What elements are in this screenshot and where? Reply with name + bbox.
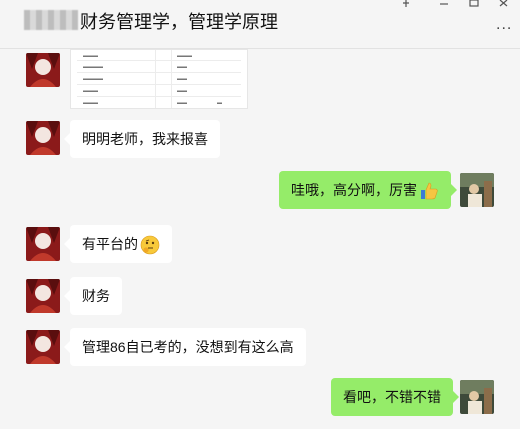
- message-text: 明明老师，我来报喜: [82, 131, 208, 147]
- chat-area: ▬▬▬ ▬▬▬▬ ▬▬▬▬ ▬▬▬ ▬▬▬ ▬▬▬ ▬▬ ▬▬ ▬▬ ▬▬ ▬ …: [0, 49, 520, 429]
- avatar-contact[interactable]: [26, 227, 60, 261]
- thumbs-up-icon: [421, 182, 438, 200]
- message-text: 财务: [82, 288, 110, 304]
- message-bubble-left[interactable]: 明明老师，我来报喜: [64, 120, 220, 158]
- message-text: 哇哦，高分啊，厉害: [291, 182, 417, 198]
- message-bubble-right[interactable]: 看吧，不错不错: [331, 378, 459, 416]
- more-options-icon[interactable]: ...: [496, 16, 512, 34]
- title-bar: 财务管理学，管理学原理 ...: [0, 0, 520, 49]
- message-bubble-left[interactable]: 财务: [64, 277, 122, 315]
- minimize-icon[interactable]: [438, 0, 450, 10]
- message-bubble-left[interactable]: 有平台的: [64, 225, 172, 263]
- message-text: 有平台的: [82, 236, 138, 252]
- maximize-icon[interactable]: [468, 0, 480, 10]
- message-bubble-right[interactable]: 哇哦，高分啊，厉害: [279, 171, 457, 209]
- pin-icon[interactable]: [400, 0, 412, 10]
- avatar-contact[interactable]: [26, 279, 60, 313]
- image-message[interactable]: ▬▬▬ ▬▬▬▬ ▬▬▬▬ ▬▬▬ ▬▬▬ ▬▬▬ ▬▬ ▬▬ ▬▬ ▬▬ ▬: [70, 49, 248, 109]
- close-icon[interactable]: [498, 0, 510, 10]
- avatar-contact[interactable]: [26, 121, 60, 155]
- message-bubble-left[interactable]: 管理86自已考的，没想到有这么高: [64, 328, 306, 366]
- thinking-face-icon: [140, 235, 160, 255]
- avatar-self[interactable]: [460, 173, 494, 207]
- chat-title: 财务管理学，管理学原理: [80, 12, 278, 32]
- message-text: 看吧，不错不错: [343, 389, 441, 405]
- avatar-self[interactable]: [460, 380, 494, 414]
- avatar-contact[interactable]: [26, 330, 60, 364]
- blurred-contact-name: [24, 10, 78, 30]
- avatar-contact[interactable]: [26, 53, 60, 87]
- message-text: 管理86自已考的，没想到有这么高: [82, 339, 294, 355]
